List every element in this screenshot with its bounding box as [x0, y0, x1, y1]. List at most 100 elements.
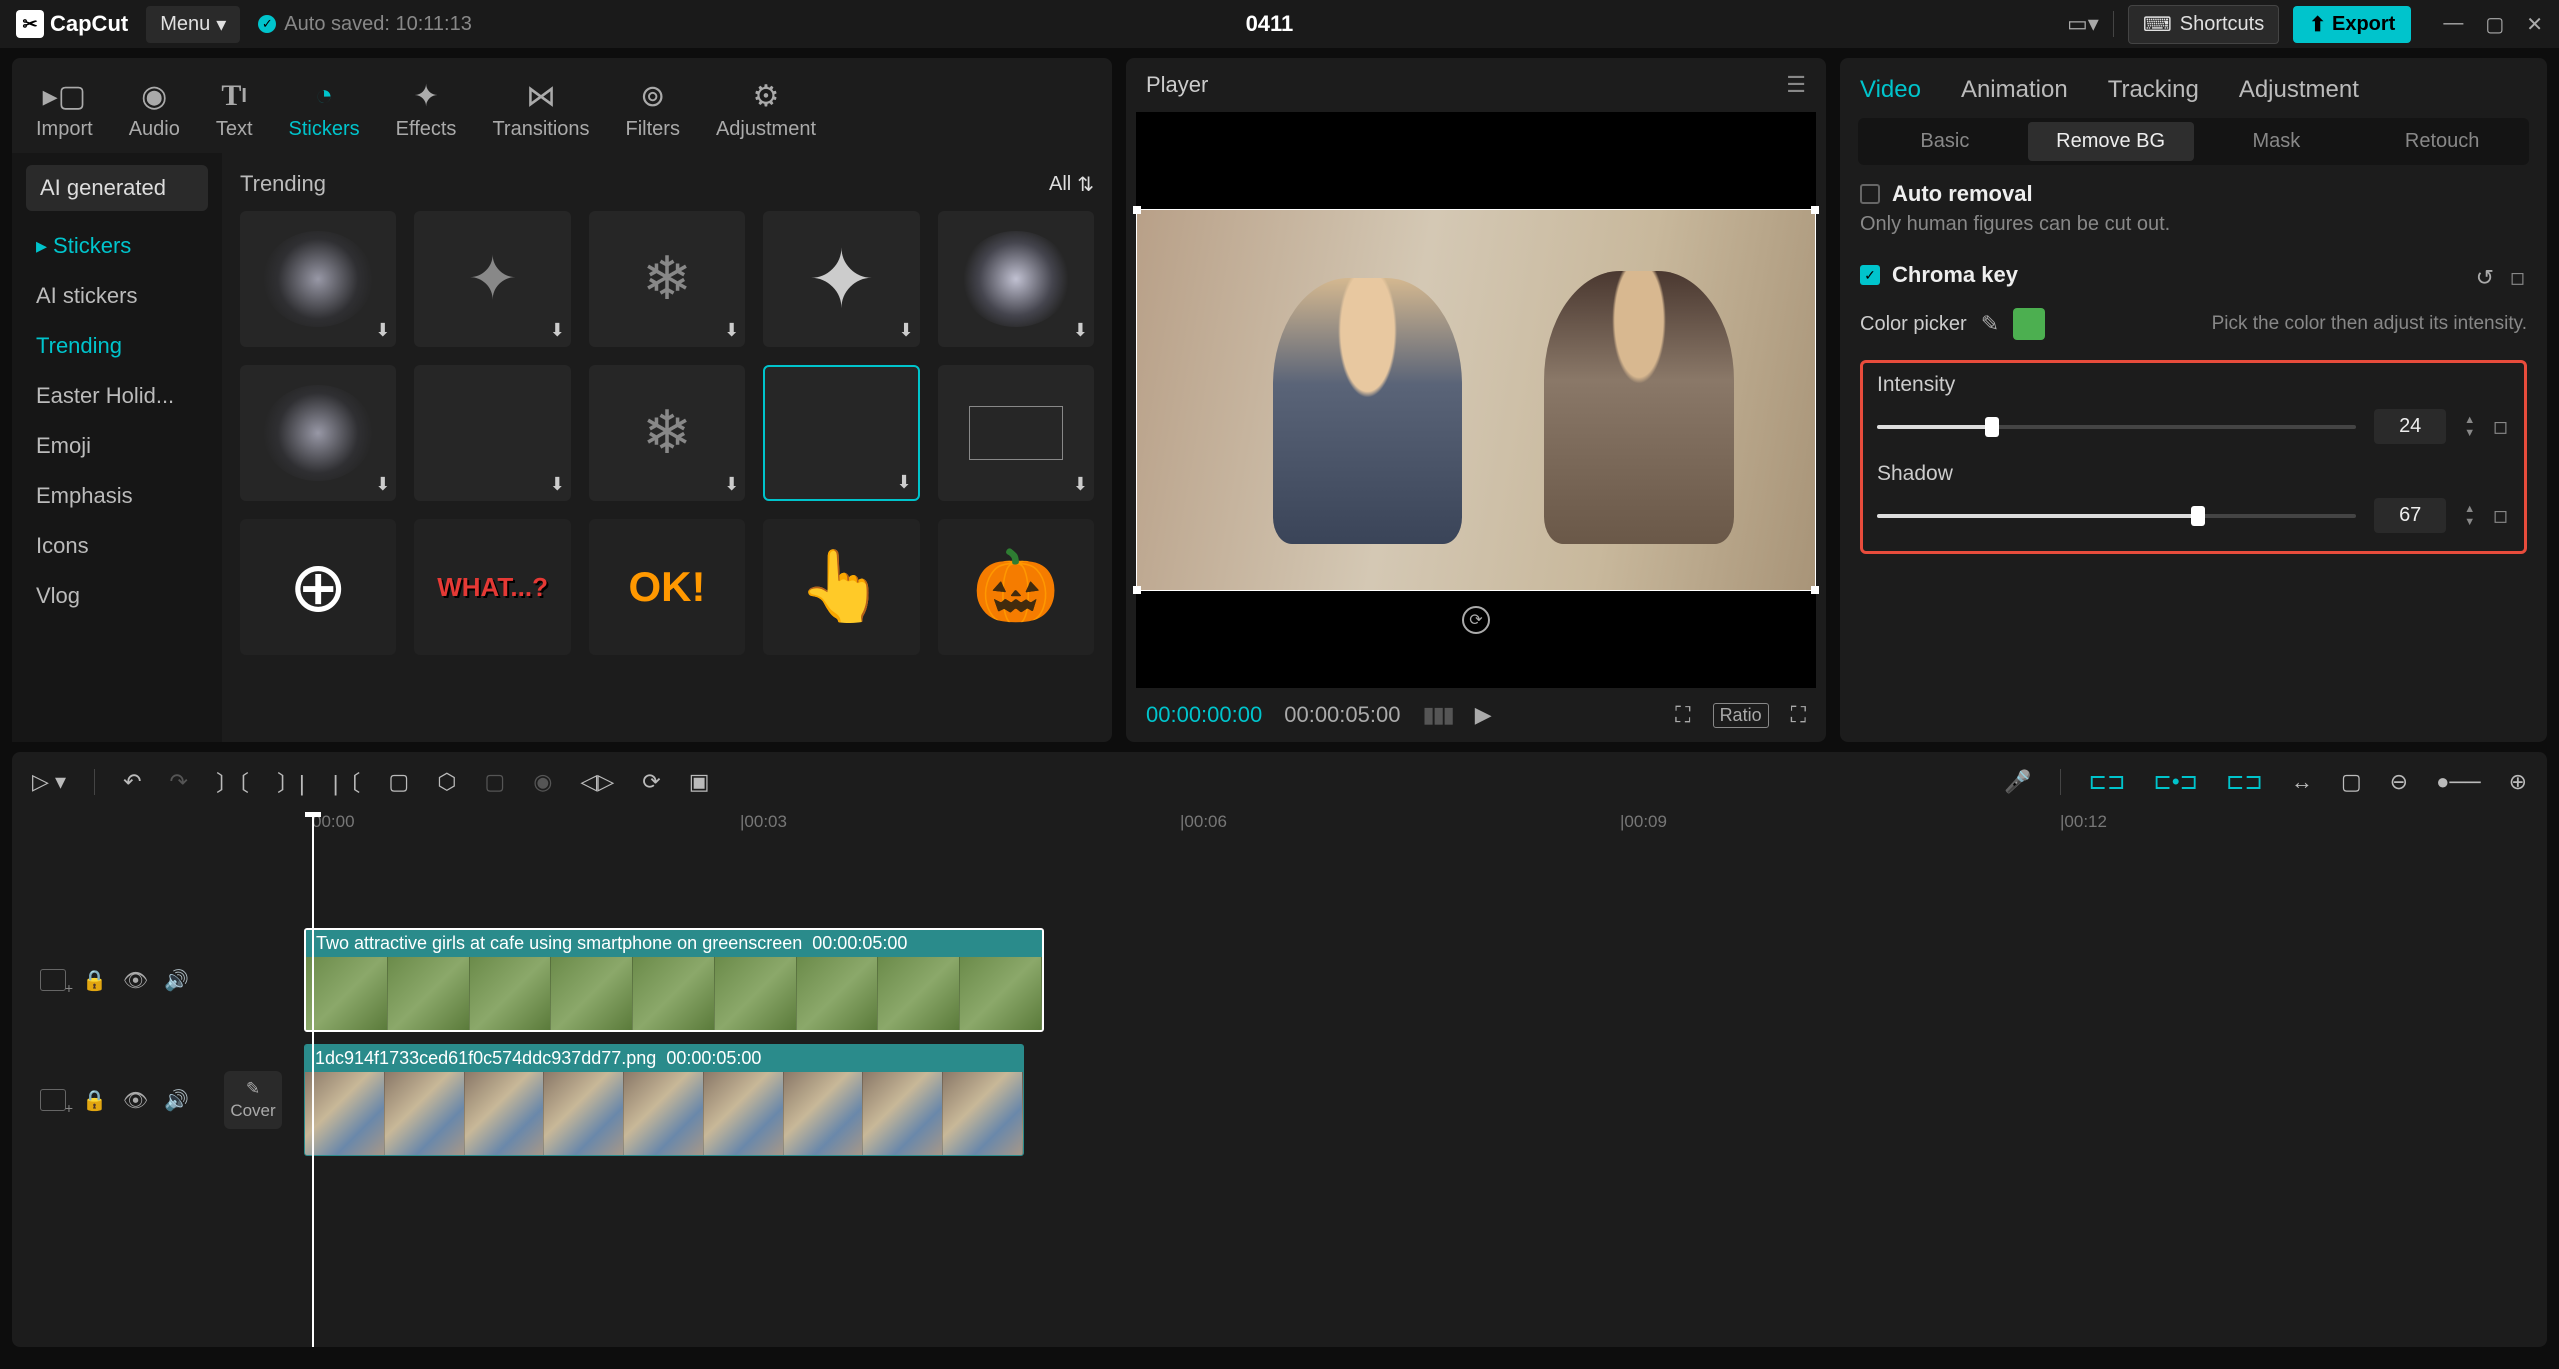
split-icon[interactable]: 〕〔 — [216, 766, 249, 798]
playhead[interactable] — [312, 812, 314, 1347]
mute-icon[interactable]: 🔊 — [164, 968, 189, 993]
redo-icon[interactable]: ↷ — [170, 769, 188, 795]
auto-removal-checkbox[interactable] — [1860, 184, 1880, 204]
minimize-icon[interactable]: — — [2443, 12, 2463, 37]
intensity-stepper[interactable]: ▲▼ — [2464, 414, 2475, 439]
sticker-item[interactable]: OK! — [589, 519, 745, 655]
play-button[interactable]: ▶ — [1475, 702, 1492, 728]
link-icon[interactable]: ⊏•⊐ — [2153, 769, 2198, 795]
timeline-ruler[interactable]: 00:00 |00:03 |00:06 |00:09 |00:12 — [220, 812, 2547, 838]
mic-icon[interactable]: 🎤 — [2004, 769, 2031, 795]
intensity-value[interactable]: 24 — [2374, 409, 2446, 444]
chroma-checkbox[interactable]: ✓ — [1860, 265, 1880, 285]
resize-handle[interactable] — [1811, 206, 1819, 214]
rotate-icon[interactable]: ⟳ — [642, 769, 660, 795]
download-icon[interactable]: ⬇ — [375, 320, 390, 341]
video-frame[interactable]: ⟳ — [1136, 209, 1816, 591]
cat-emphasis[interactable]: Emphasis — [12, 471, 222, 521]
sticker-item[interactable]: 👆 — [763, 519, 919, 655]
record-icon[interactable]: ▢ — [484, 769, 505, 795]
subtab-mask[interactable]: Mask — [2194, 122, 2360, 161]
slider-thumb[interactable] — [1985, 417, 1999, 437]
sticker-item[interactable]: ❄⬇ — [589, 365, 745, 501]
shield-icon[interactable]: ⬡ — [437, 769, 456, 795]
cat-icons[interactable]: Icons — [12, 521, 222, 571]
clip-1[interactable]: Two attractive girls at cafe using smart… — [304, 928, 1044, 1032]
sticker-item[interactable]: ✦⬇ — [763, 211, 919, 347]
magnet-icon[interactable]: ⊏⊐ — [2089, 769, 2126, 795]
shadow-slider[interactable] — [1877, 514, 2356, 518]
cat-emoji[interactable]: Emoji — [12, 421, 222, 471]
player-viewport[interactable]: ⟳ — [1136, 112, 1816, 688]
sticker-item[interactable]: 🎃 — [938, 519, 1094, 655]
slider-thumb[interactable] — [2191, 506, 2205, 526]
filter-button[interactable]: All ⇅ — [1049, 172, 1094, 197]
download-icon[interactable]: ⬇ — [550, 320, 565, 341]
tab-video[interactable]: Video — [1860, 76, 1921, 104]
timeline-body[interactable]: 00:00 |00:03 |00:06 |00:09 |00:12 🔒 👁 🔊 … — [12, 812, 2547, 1347]
zoom-slider[interactable]: ●── — [2436, 769, 2480, 795]
tab-transitions[interactable]: ⋈Transitions — [478, 72, 603, 147]
subtab-basic[interactable]: Basic — [1862, 122, 2028, 161]
delete-icon[interactable]: ▢ — [388, 769, 409, 795]
add-track-icon[interactable] — [40, 969, 66, 991]
cat-ai-stickers[interactable]: AI stickers — [12, 271, 222, 321]
align-icon[interactable]: ↔ — [2291, 769, 2313, 795]
cat-vlog[interactable]: Vlog — [12, 571, 222, 621]
ratio-badge[interactable]: Ratio — [1713, 703, 1769, 728]
lock-icon[interactable]: 🔒 — [82, 968, 107, 993]
track-content[interactable]: 1dc914f1733ced61f0c574ddc937dd77.png 00:… — [282, 1044, 2547, 1156]
tab-filters[interactable]: ⊚Filters — [612, 72, 694, 147]
rotate-handle[interactable]: ⟳ — [1462, 606, 1490, 634]
sticker-item[interactable]: ⬇ — [938, 365, 1094, 501]
trim-right-icon[interactable]: |〔 — [333, 766, 361, 798]
sticker-item[interactable]: ⬇ — [240, 365, 396, 501]
add-track-icon[interactable] — [40, 1089, 66, 1111]
layout-icon[interactable]: ▭▾ — [2067, 11, 2099, 37]
clip-2[interactable]: 1dc914f1733ced61f0c574ddc937dd77.png 00:… — [304, 1044, 1024, 1156]
undo-icon[interactable]: ↶ — [123, 769, 141, 795]
zoom-out-icon[interactable]: ⊖ — [2390, 769, 2408, 795]
download-icon[interactable]: ⬇ — [550, 474, 565, 495]
shadow-stepper[interactable]: ▲▼ — [2464, 503, 2475, 528]
crop-icon[interactable]: ▣ — [689, 769, 710, 795]
maximize-icon[interactable]: ▢ — [2485, 12, 2504, 37]
fullscreen-icon[interactable]: ⛶ — [1791, 702, 1806, 728]
visibility-icon[interactable]: 👁 — [123, 1088, 148, 1113]
reset-icon[interactable]: ↺ — [2476, 265, 2494, 291]
sticker-item[interactable]: ⬇ — [938, 211, 1094, 347]
track-content[interactable]: Two attractive girls at cafe using smart… — [212, 928, 2547, 1032]
menu-button[interactable]: Menu ▾ — [146, 6, 240, 43]
category-header[interactable]: AI generated — [26, 165, 208, 211]
keyframe-icon[interactable]: ◇ — [2503, 263, 2533, 293]
sticker-item[interactable]: ⬇ — [763, 365, 919, 501]
zoom-in-icon[interactable]: ⊕ — [2509, 769, 2527, 795]
download-icon[interactable]: ⬇ — [724, 474, 739, 495]
tab-audio[interactable]: ◉Audio — [115, 72, 194, 147]
mirror-icon[interactable]: ◁▷ — [580, 769, 614, 795]
cover-button[interactable]: ✎ Cover — [224, 1071, 282, 1129]
sticker-item[interactable]: ❄⬇ — [589, 211, 745, 347]
sticker-item[interactable]: ⬇ — [414, 365, 570, 501]
shadow-value[interactable]: 67 — [2374, 498, 2446, 533]
preview-icon[interactable]: ▢ — [2341, 769, 2362, 795]
shortcuts-button[interactable]: ⌨ Shortcuts — [2128, 5, 2279, 44]
download-icon[interactable]: ⬇ — [1073, 474, 1088, 495]
cat-easter[interactable]: Easter Holid... — [12, 371, 222, 421]
cat-stickers[interactable]: Stickers — [12, 221, 222, 271]
sticker-item[interactable]: ✦⬇ — [414, 211, 570, 347]
close-icon[interactable]: ✕ — [2526, 12, 2543, 37]
intensity-slider[interactable] — [1877, 425, 2356, 429]
speed-icon[interactable]: ◉ — [533, 769, 552, 795]
tab-stickers[interactable]: ◔Stickers — [275, 72, 374, 147]
color-swatch[interactable] — [2013, 308, 2045, 340]
bars-icon[interactable]: ▮▮▮ — [1422, 702, 1452, 728]
keyframe-icon[interactable]: ◇ — [2486, 500, 2516, 530]
sticker-item[interactable]: ⬇ — [240, 211, 396, 347]
download-icon[interactable]: ⬇ — [724, 320, 739, 341]
download-icon[interactable]: ⬇ — [897, 472, 912, 493]
lock-icon[interactable]: 🔒 — [82, 1088, 107, 1113]
scan-icon[interactable]: ⛶ — [1675, 702, 1690, 728]
sticker-item[interactable]: WHAT...? — [414, 519, 570, 655]
eyedropper-icon[interactable]: ✎ — [1981, 311, 1999, 337]
